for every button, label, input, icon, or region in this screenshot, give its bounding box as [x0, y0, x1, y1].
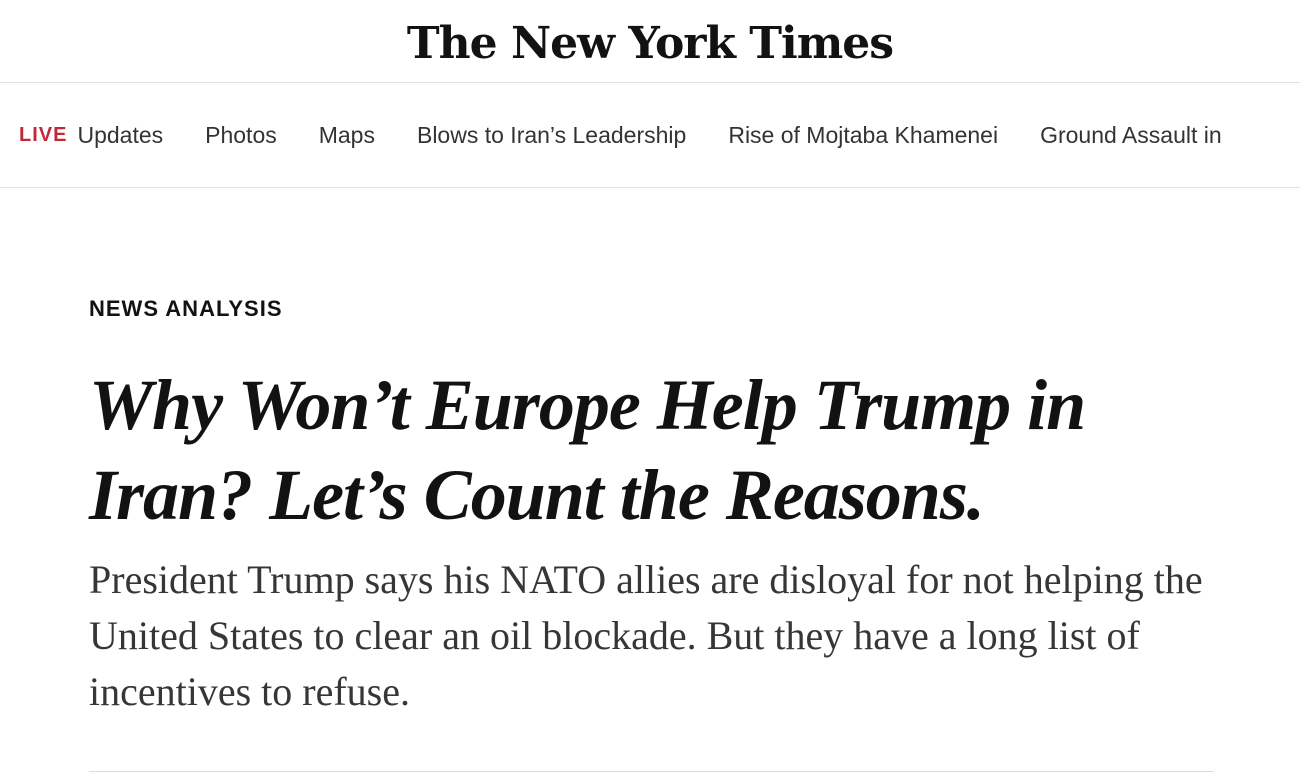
live-badge: LIVE: [19, 123, 68, 146]
section-nav-list: LIVE Updates Photos Maps Blows to Iran’s…: [19, 83, 1264, 187]
nav-item-rise-of-mojtaba-khamenei[interactable]: Rise of Mojtaba Khamenei: [728, 122, 998, 149]
nyt-logo[interactable]: The New York Times: [407, 18, 894, 69]
nav-item-maps[interactable]: Maps: [319, 122, 375, 149]
nav-item-ground-assault[interactable]: Ground Assault in: [1040, 122, 1222, 149]
nav-item-label: Updates: [77, 121, 164, 148]
masthead: The New York Times: [0, 0, 1300, 83]
article-divider: [89, 771, 1214, 772]
article-headline: Why Won’t Europe Help Trump in Iran? Let…: [89, 365, 1086, 535]
nav-item-blows-to-irans-leadership[interactable]: Blows to Iran’s Leadership: [417, 122, 686, 149]
article-kicker: NEWS ANALYSIS: [89, 296, 283, 321]
nav-item-live-updates[interactable]: LIVE Updates: [19, 122, 163, 149]
section-nav: LIVE Updates Photos Maps Blows to Iran’s…: [0, 83, 1300, 188]
article-summary: President Trump says his NATO allies are…: [89, 557, 1203, 714]
nav-item-photos[interactable]: Photos: [205, 122, 277, 149]
